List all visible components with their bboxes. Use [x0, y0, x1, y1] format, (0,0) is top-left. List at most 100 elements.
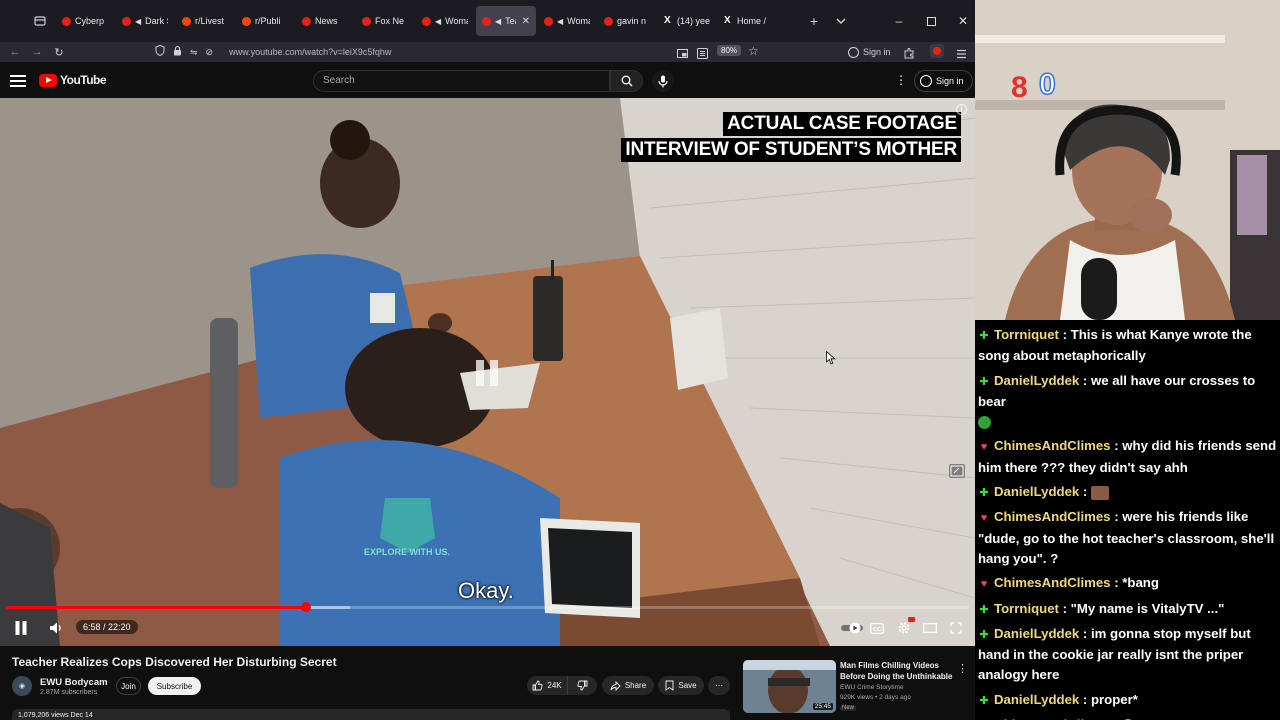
chat-username[interactable]: DanielLyddek: [994, 373, 1079, 388]
chat-username[interactable]: DanielLyddek: [994, 692, 1079, 707]
svg-text:CC: CC: [873, 626, 881, 632]
browser-tab[interactable]: News: [296, 6, 354, 36]
tab-overview-icon[interactable]: [25, 6, 55, 36]
close-window-icon[interactable]: ✕: [947, 0, 975, 42]
browser-signin[interactable]: Sign in: [848, 42, 891, 62]
browser-tab[interactable]: Cyberp: [56, 6, 114, 36]
like-count: 24K: [547, 681, 562, 690]
miniplayer-icon[interactable]: [949, 464, 965, 478]
chat-message: ✚ Torrniquet : This is what Kanye wrote t…: [978, 325, 1277, 367]
browser-tab[interactable]: X Home /: [718, 6, 776, 36]
browser-tab[interactable]: ◀ Dark S: [116, 6, 174, 36]
tab-title: (14) yee: [677, 16, 710, 26]
tab-title: Woma: [445, 16, 468, 26]
recommended-duration: 25:45: [812, 703, 833, 710]
fullscreen-button[interactable]: [945, 613, 967, 643]
youtube-signin-button[interactable]: Sign in: [914, 70, 973, 92]
chat-username[interactable]: Torrniquet: [994, 327, 1059, 342]
recommended-channel[interactable]: EWU Crime Storytime: [840, 684, 904, 691]
heart-badge-icon: ♥: [978, 716, 990, 720]
chat-username[interactable]: ChimesAndClimes: [994, 509, 1111, 524]
zoom-level-badge[interactable]: 80%: [717, 45, 742, 56]
counter-icon: 8: [1011, 71, 1028, 100]
like-button[interactable]: 24K: [527, 676, 567, 695]
video-player[interactable]: EXPLORE WITH US. ACTUAL CASE FOOTAGE INT…: [0, 98, 975, 646]
tracking-off-icon[interactable]: ⊘: [206, 47, 214, 58]
chat-username[interactable]: ChimesAndClimes: [994, 575, 1111, 590]
info-icon[interactable]: i: [956, 104, 967, 115]
browser-tab[interactable]: ◀ Tea ✕: [476, 6, 536, 36]
search-input[interactable]: Search: [313, 70, 610, 92]
browser-tab[interactable]: Fox Ne: [356, 6, 414, 36]
browser-tab[interactable]: X (14) yee: [658, 6, 716, 36]
green-emote-icon: [978, 416, 991, 430]
recommended-title[interactable]: Man Films Chilling Videos Before Doing t…: [840, 661, 955, 682]
chat-username[interactable]: Torrniquet: [994, 601, 1059, 616]
save-button[interactable]: Save: [658, 676, 704, 695]
forward-icon[interactable]: →: [26, 42, 48, 62]
browser-tab[interactable]: gavin n: [598, 6, 656, 36]
views-and-date[interactable]: 1,079,206 views Dec 14: [12, 709, 730, 720]
tab-audio-icon[interactable]: ◀: [557, 17, 563, 26]
pause-button[interactable]: [8, 613, 34, 643]
channel-avatar[interactable]: ◉: [12, 676, 32, 696]
browser-tab[interactable]: ◀ Woma: [416, 6, 474, 36]
minimize-icon[interactable]: –: [883, 0, 915, 42]
youtube-logo[interactable]: YouTube: [39, 73, 107, 87]
extension-badge-icon[interactable]: [930, 44, 944, 58]
shield-icon[interactable]: [155, 44, 165, 59]
new-tab-icon[interactable]: +: [799, 6, 829, 36]
channel-info[interactable]: ◉ EWU Bodycam 2.87M subscribers: [12, 674, 108, 698]
reload-icon[interactable]: ↻: [48, 42, 70, 62]
url-text[interactable]: www.youtube.com/watch?v=leiX9c5fqhw: [229, 47, 391, 57]
join-button[interactable]: Join: [116, 677, 141, 695]
guide-menu-icon[interactable]: [10, 72, 26, 88]
chat-username[interactable]: DanielLyddek: [994, 626, 1079, 641]
share-icon: [610, 680, 621, 691]
chat-username[interactable]: ChimesAndClimes: [994, 438, 1111, 453]
recommended-more-icon[interactable]: ⋮: [957, 662, 968, 675]
theater-mode-button[interactable]: [919, 613, 941, 643]
bookmark-star-icon[interactable]: ☆: [748, 44, 759, 58]
tab-list-chevron-icon[interactable]: [826, 6, 856, 36]
search-button[interactable]: [610, 70, 643, 92]
browser-tab[interactable]: r/Livest: [176, 6, 234, 36]
share-button[interactable]: Share: [602, 676, 654, 695]
tab-audio-icon[interactable]: ◀: [495, 17, 501, 26]
more-actions-button[interactable]: ⋯: [708, 676, 730, 695]
progress-bar[interactable]: [6, 602, 969, 612]
voice-search-button[interactable]: [652, 70, 674, 92]
channel-name[interactable]: EWU Bodycam: [40, 677, 108, 688]
back-icon[interactable]: ←: [4, 42, 26, 62]
close-tab-icon[interactable]: ✕: [522, 16, 530, 27]
tab-audio-icon[interactable]: ◀: [135, 17, 141, 26]
tab-audio-icon[interactable]: ◀: [435, 17, 441, 26]
captions-button[interactable]: CC: [866, 613, 888, 643]
stream-counter-value: 0: [1038, 68, 1056, 101]
settings-more-icon[interactable]: ⋮: [895, 73, 907, 87]
search-icon: [621, 75, 632, 87]
tab-favicon-icon: [122, 16, 131, 26]
tab-favicon-icon: [242, 16, 251, 26]
browser-tab[interactable]: ◀ Woma: [538, 6, 596, 36]
recommended-thumbnail[interactable]: 25:45: [743, 660, 836, 713]
permissions-icon[interactable]: ⇋: [190, 47, 198, 58]
subscribe-button[interactable]: Subscribe: [148, 677, 201, 695]
autoplay-toggle[interactable]: [838, 613, 866, 643]
heart-badge-icon: ♥: [980, 441, 988, 454]
tab-title: r/Publi: [255, 16, 281, 26]
dislike-button[interactable]: [567, 676, 597, 695]
tab-title: Cyberp: [75, 16, 105, 26]
stream-counter: 8 0: [1011, 68, 1056, 101]
lock-icon[interactable]: [173, 43, 182, 61]
caption-line-1: ACTUAL CASE FOOTAGE: [723, 112, 961, 136]
chat-username[interactable]: DanielLyddek: [994, 484, 1079, 499]
browser-tab[interactable]: r/Publi: [236, 6, 294, 36]
settings-button[interactable]: [893, 613, 915, 643]
tab-favicon-icon: [362, 16, 371, 26]
tab-favicon-icon: [182, 16, 191, 26]
recommended-video[interactable]: 25:45 Man Films Chilling Videos Before D…: [743, 660, 973, 716]
x-logo-icon: X: [724, 15, 731, 26]
volume-button[interactable]: [44, 613, 68, 643]
maximize-icon[interactable]: [915, 0, 947, 42]
